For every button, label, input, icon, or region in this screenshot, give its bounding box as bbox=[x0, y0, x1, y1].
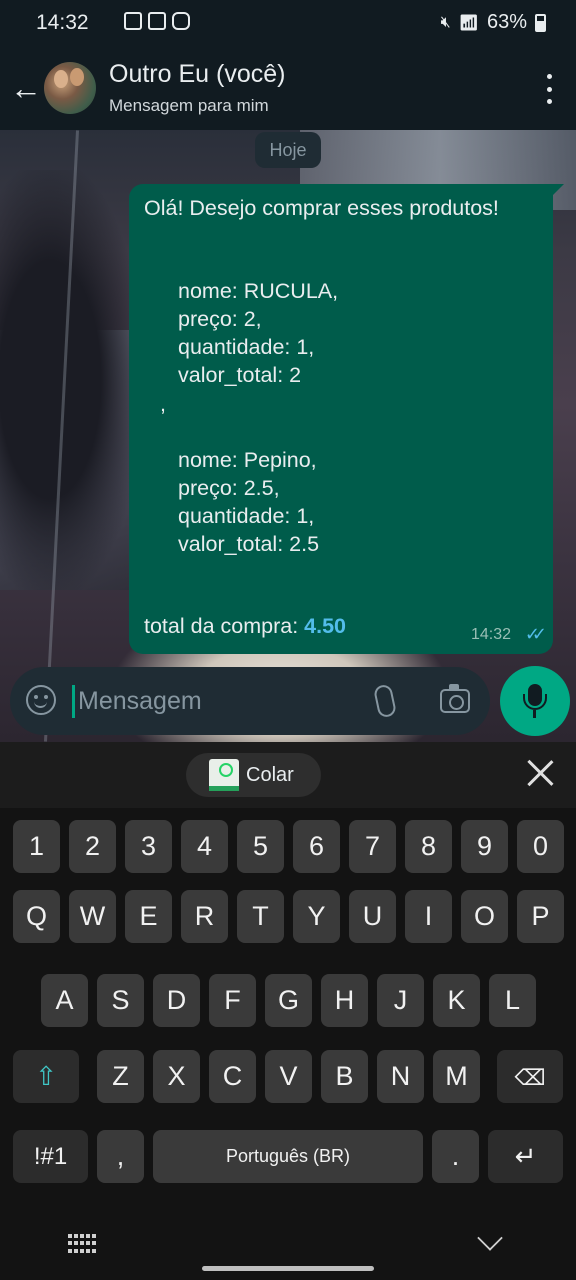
message-line: quantidade: 1, bbox=[178, 335, 315, 359]
clipboard-thumbnail-icon bbox=[209, 759, 239, 791]
message-separator: , bbox=[160, 392, 166, 416]
key-h[interactable]: H bbox=[321, 974, 368, 1027]
contact-name[interactable]: Outro Eu (você) bbox=[109, 60, 285, 89]
total-value: 4.50 bbox=[304, 614, 346, 638]
back-arrow-icon[interactable]: ← bbox=[10, 72, 42, 104]
message-line: nome: Pepino, bbox=[178, 448, 317, 472]
contact-subtitle[interactable]: Mensagem para mim bbox=[109, 96, 269, 116]
shift-icon: ⇧ bbox=[35, 1061, 57, 1091]
status-time: 14:32 bbox=[36, 11, 89, 34]
key-q[interactable]: Q bbox=[13, 890, 60, 943]
message-line: preço: 2.5, bbox=[178, 476, 280, 500]
key-c[interactable]: C bbox=[209, 1050, 256, 1103]
message-line: valor_total: 2 bbox=[178, 363, 302, 387]
key-p[interactable]: P bbox=[517, 890, 564, 943]
microphone-icon bbox=[523, 684, 547, 710]
attach-icon[interactable] bbox=[372, 683, 398, 719]
key-8[interactable]: 8 bbox=[405, 820, 452, 873]
key-7[interactable]: 7 bbox=[349, 820, 396, 873]
message-composer bbox=[10, 667, 490, 735]
paste-label: Colar bbox=[246, 764, 294, 786]
key-0[interactable]: 0 bbox=[517, 820, 564, 873]
total-label: total da compra: bbox=[144, 614, 305, 638]
onscreen-keyboard: Colar 1 2 3 4 5 6 7 8 9 0 Q W E R T Y U I O P A S D F G H J K L ⇧ Z X C V… bbox=[0, 742, 576, 1280]
key-u[interactable]: U bbox=[349, 890, 396, 943]
key-x[interactable]: X bbox=[153, 1050, 200, 1103]
comma-key[interactable]: , bbox=[97, 1130, 144, 1183]
symbols-key[interactable]: !#1 bbox=[13, 1130, 88, 1183]
hide-keyboard-icon[interactable] bbox=[477, 1225, 503, 1251]
contact-avatar[interactable] bbox=[44, 62, 96, 114]
voice-message-button[interactable] bbox=[500, 666, 570, 736]
key-o[interactable]: O bbox=[461, 890, 508, 943]
key-6[interactable]: 6 bbox=[293, 820, 340, 873]
key-j[interactable]: J bbox=[377, 974, 424, 1027]
key-r[interactable]: R bbox=[181, 890, 228, 943]
message-total: total da compra: 4.50 bbox=[144, 614, 346, 639]
keyboard-toolbar: Colar bbox=[0, 742, 576, 808]
space-key[interactable]: Português (BR) bbox=[153, 1130, 423, 1183]
message-line: valor_total: 2.5 bbox=[178, 532, 320, 556]
key-d[interactable]: D bbox=[153, 974, 200, 1027]
key-w[interactable]: W bbox=[69, 890, 116, 943]
key-i[interactable]: I bbox=[405, 890, 452, 943]
wifi-icon: 📶︎ bbox=[458, 14, 479, 32]
key-z[interactable]: Z bbox=[97, 1050, 144, 1103]
status-bar: 14:32 🔇︎ 📶︎ 63% bbox=[0, 0, 576, 46]
keyboard-grid-icon[interactable] bbox=[68, 1234, 98, 1254]
close-icon[interactable] bbox=[526, 758, 556, 788]
key-a[interactable]: A bbox=[41, 974, 88, 1027]
read-receipt-icon: ✓✓ bbox=[524, 624, 547, 644]
date-divider: Hoje bbox=[255, 132, 321, 168]
paste-suggestion[interactable]: Colar bbox=[186, 753, 321, 797]
more-options-icon[interactable] bbox=[544, 74, 554, 104]
key-5[interactable]: 5 bbox=[237, 820, 284, 873]
text-cursor bbox=[72, 685, 75, 718]
system-icons: 🔇︎ 📶︎ 63% bbox=[441, 11, 546, 34]
message-line: preço: 2, bbox=[178, 307, 262, 331]
camera-icon[interactable] bbox=[440, 684, 470, 713]
gmail-notification-icon bbox=[148, 12, 166, 30]
shift-key[interactable]: ⇧ bbox=[13, 1050, 79, 1103]
key-g[interactable]: G bbox=[265, 974, 312, 1027]
home-indicator[interactable] bbox=[202, 1266, 374, 1271]
period-key[interactable]: . bbox=[432, 1130, 479, 1183]
mute-icon: 🔇︎ bbox=[440, 13, 451, 31]
key-l[interactable]: L bbox=[489, 974, 536, 1027]
microphone-stem bbox=[533, 710, 536, 718]
gallery-notification-icon bbox=[124, 12, 142, 30]
key-v[interactable]: V bbox=[265, 1050, 312, 1103]
key-4[interactable]: 4 bbox=[181, 820, 228, 873]
whatsapp-chat-screen: 14:32 🔇︎ 📶︎ 63% ← Outro Eu (você) Mensag… bbox=[0, 0, 576, 1280]
message-greeting: Olá! Desejo comprar esses produtos! bbox=[144, 196, 499, 220]
key-y[interactable]: Y bbox=[293, 890, 340, 943]
battery-icon bbox=[535, 13, 546, 32]
instagram-notification-icon bbox=[172, 12, 190, 30]
key-f[interactable]: F bbox=[209, 974, 256, 1027]
message-line: nome: RUCULA, bbox=[178, 279, 339, 303]
backspace-key[interactable]: ⌫ bbox=[497, 1050, 563, 1103]
key-m[interactable]: M bbox=[433, 1050, 480, 1103]
emoji-icon[interactable] bbox=[26, 685, 56, 715]
key-t[interactable]: T bbox=[237, 890, 284, 943]
key-3[interactable]: 3 bbox=[125, 820, 172, 873]
key-2[interactable]: 2 bbox=[69, 820, 116, 873]
key-k[interactable]: K bbox=[433, 974, 480, 1027]
message-time: 14:32 bbox=[470, 626, 511, 643]
backspace-icon: ⌫ bbox=[514, 1065, 546, 1090]
enter-icon: ↵ bbox=[514, 1141, 537, 1171]
enter-key[interactable]: ↵ bbox=[488, 1130, 563, 1183]
key-s[interactable]: S bbox=[97, 974, 144, 1027]
key-1[interactable]: 1 bbox=[13, 820, 60, 873]
battery-percent: 63% bbox=[486, 11, 527, 33]
message-line: quantidade: 1, bbox=[178, 504, 315, 528]
chat-header: ← Outro Eu (você) Mensagem para mim bbox=[0, 46, 576, 130]
key-n[interactable]: N bbox=[377, 1050, 424, 1103]
notification-icons bbox=[124, 12, 190, 30]
message-input[interactable] bbox=[78, 681, 358, 721]
key-9[interactable]: 9 bbox=[461, 820, 508, 873]
key-e[interactable]: E bbox=[125, 890, 172, 943]
key-b[interactable]: B bbox=[321, 1050, 368, 1103]
outgoing-message-bubble[interactable]: Olá! Desejo comprar esses produtos! nome… bbox=[129, 184, 553, 654]
